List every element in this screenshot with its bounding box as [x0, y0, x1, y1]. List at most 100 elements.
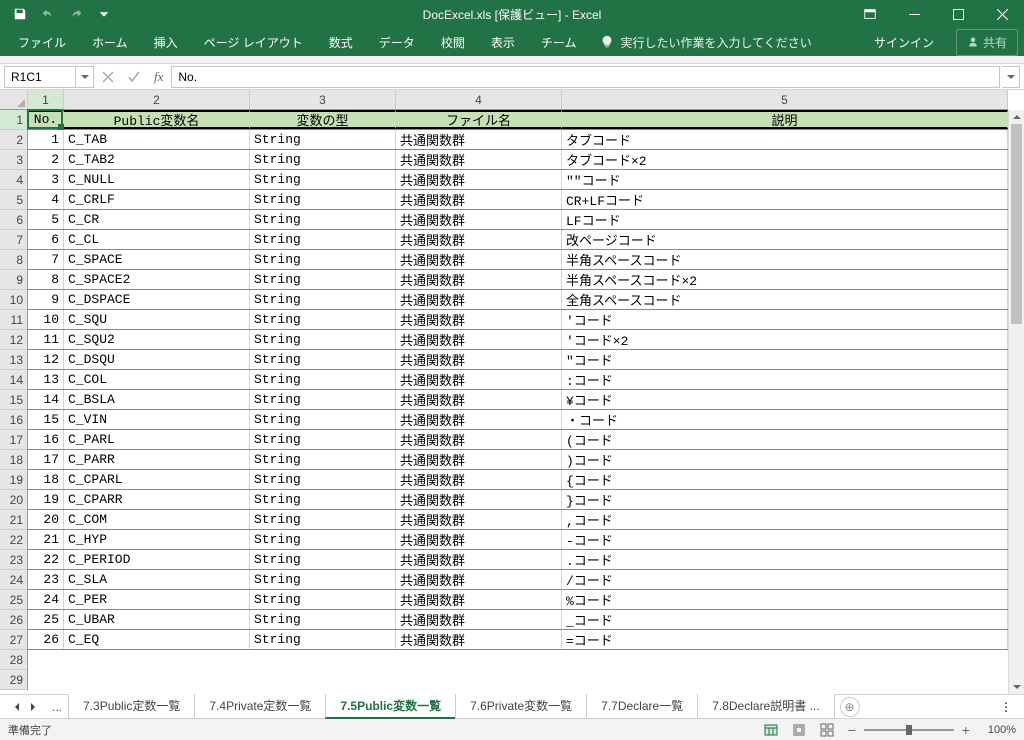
- cell[interactable]: 全角スペースコード: [562, 290, 1008, 309]
- row-header[interactable]: 17: [0, 430, 27, 450]
- sheet-tab[interactable]: 7.6Private変数一覧: [455, 694, 587, 719]
- cell[interactable]: C_EQ: [64, 630, 250, 649]
- cell[interactable]: String: [250, 170, 396, 189]
- cell[interactable]: -コード: [562, 530, 1008, 549]
- cell[interactable]: }コード: [562, 490, 1008, 509]
- row-header[interactable]: 16: [0, 410, 27, 430]
- cell[interactable]: タブコード: [562, 130, 1008, 149]
- cell[interactable]: String: [250, 510, 396, 529]
- cell[interactable]: 15: [28, 410, 64, 429]
- row-header[interactable]: 12: [0, 330, 27, 350]
- cell[interactable]: C_CRLF: [64, 190, 250, 209]
- row-header[interactable]: 24: [0, 570, 27, 590]
- cell[interactable]: C_NULL: [64, 170, 250, 189]
- name-box-dropdown[interactable]: [75, 67, 93, 87]
- scroll-up-button[interactable]: [1009, 110, 1024, 124]
- formula-input[interactable]: No.: [171, 66, 1000, 88]
- cell[interactable]: ・コード: [562, 410, 1008, 429]
- cell[interactable]: 19: [28, 490, 64, 509]
- cell[interactable]: C_HYP: [64, 530, 250, 549]
- cell[interactable]: C_CPARL: [64, 470, 250, 489]
- cell[interactable]: 14: [28, 390, 64, 409]
- cell[interactable]: 共通関数群: [396, 210, 562, 229]
- cell[interactable]: C_SPACE: [64, 250, 250, 269]
- row-header[interactable]: 18: [0, 450, 27, 470]
- save-button[interactable]: [8, 2, 32, 26]
- cell[interactable]: 共通関数群: [396, 310, 562, 329]
- cell[interactable]: C_SLA: [64, 570, 250, 589]
- header-cell[interactable]: Public変数名: [64, 110, 250, 129]
- close-button[interactable]: [980, 0, 1024, 28]
- zoom-track[interactable]: [864, 729, 954, 731]
- cell[interactable]: C_SQU: [64, 310, 250, 329]
- sheet-tab[interactable]: 7.8Declare説明書 ...: [697, 694, 834, 719]
- sheet-tab[interactable]: 7.3Public定数一覧: [68, 694, 195, 719]
- row-header[interactable]: 28: [0, 650, 27, 670]
- cell[interactable]: %コード: [562, 590, 1008, 609]
- minimize-button[interactable]: [892, 0, 936, 28]
- row-header[interactable]: 27: [0, 630, 27, 650]
- cell[interactable]: 26: [28, 630, 64, 649]
- row-header[interactable]: 25: [0, 590, 27, 610]
- cell[interactable]: String: [250, 530, 396, 549]
- cell[interactable]: String: [250, 490, 396, 509]
- cell[interactable]: 共通関数群: [396, 590, 562, 609]
- cell[interactable]: 16: [28, 430, 64, 449]
- cell[interactable]: 7: [28, 250, 64, 269]
- cell[interactable]: 共通関数群: [396, 170, 562, 189]
- scroll-down-button[interactable]: [1009, 680, 1024, 694]
- tab-page-layout[interactable]: ページ レイアウト: [192, 29, 315, 56]
- add-sheet-button[interactable]: ⊕: [840, 697, 860, 717]
- cell[interactable]: LFコード: [562, 210, 1008, 229]
- cell[interactable]: String: [250, 570, 396, 589]
- insert-function-button[interactable]: fx: [148, 69, 169, 85]
- cell[interactable]: String: [250, 190, 396, 209]
- cell[interactable]: C_PARR: [64, 450, 250, 469]
- cell[interactable]: 共通関数群: [396, 510, 562, 529]
- row-header[interactable]: 19: [0, 470, 27, 490]
- row-header[interactable]: 11: [0, 310, 27, 330]
- cell[interactable]: 共通関数群: [396, 290, 562, 309]
- cell[interactable]: C_TAB: [64, 130, 250, 149]
- cell[interactable]: C_VIN: [64, 410, 250, 429]
- cell[interactable]: 共通関数群: [396, 230, 562, 249]
- cell[interactable]: 3: [28, 170, 64, 189]
- cell[interactable]: 共通関数群: [396, 570, 562, 589]
- tell-me-search[interactable]: 実行したい作業を入力してください: [600, 34, 811, 51]
- cell[interactable]: (コード: [562, 430, 1008, 449]
- share-button[interactable]: 共有: [956, 29, 1018, 56]
- cell[interactable]: C_CR: [64, 210, 250, 229]
- cell[interactable]: 4: [28, 190, 64, 209]
- tab-formulas[interactable]: 数式: [317, 29, 365, 56]
- cell[interactable]: String: [250, 370, 396, 389]
- cell[interactable]: String: [250, 630, 396, 649]
- cell[interactable]: C_DSPACE: [64, 290, 250, 309]
- select-all-corner[interactable]: [0, 90, 28, 110]
- cell[interactable]: 8: [28, 270, 64, 289]
- cell[interactable]: 22: [28, 550, 64, 569]
- cell[interactable]: 共通関数群: [396, 410, 562, 429]
- column-header[interactable]: 1: [28, 90, 64, 109]
- cell[interactable]: 25: [28, 610, 64, 629]
- cell[interactable]: /コード: [562, 570, 1008, 589]
- cell[interactable]: 共通関数群: [396, 470, 562, 489]
- cell[interactable]: 半角スペースコード×2: [562, 270, 1008, 289]
- cell[interactable]: 23: [28, 570, 64, 589]
- cell[interactable]: 共通関数群: [396, 130, 562, 149]
- cell[interactable]: =コード: [562, 630, 1008, 649]
- cell[interactable]: 'コード: [562, 310, 1008, 329]
- tab-nav-prev[interactable]: [10, 700, 24, 714]
- cell[interactable]: 13: [28, 370, 64, 389]
- cell[interactable]: C_COL: [64, 370, 250, 389]
- cell[interactable]: 共通関数群: [396, 190, 562, 209]
- cell[interactable]: 改ページコード: [562, 230, 1008, 249]
- cell[interactable]: 共通関数群: [396, 490, 562, 509]
- row-header[interactable]: 15: [0, 390, 27, 410]
- tab-overflow-menu[interactable]: ⋮: [992, 700, 1020, 714]
- sheet-tab[interactable]: 7.5Public変数一覧: [325, 694, 456, 719]
- cell[interactable]: 5: [28, 210, 64, 229]
- cell[interactable]: 21: [28, 530, 64, 549]
- redo-button[interactable]: [64, 2, 88, 26]
- zoom-out-button[interactable]: −: [844, 722, 860, 738]
- cell[interactable]: String: [250, 450, 396, 469]
